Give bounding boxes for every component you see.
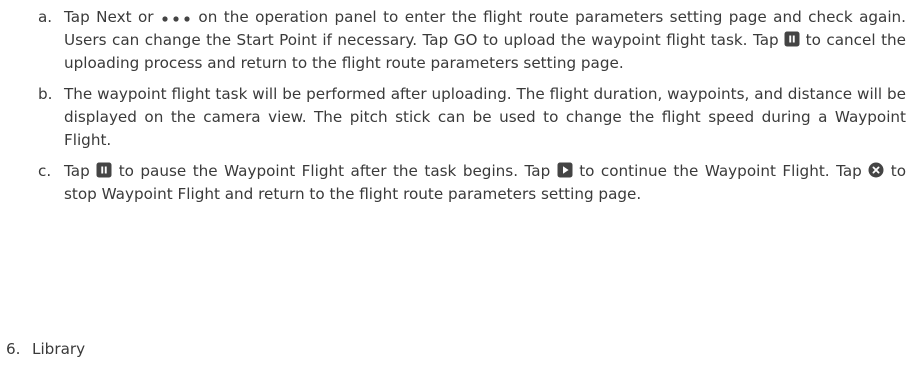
text-segment: Tap Next or [64,8,154,26]
section-title: Library [32,340,86,358]
text-segment: Tap [64,162,90,180]
step-a-text: Tap Next or on the operation panel to en… [64,6,906,75]
more-dots-icon [160,14,192,24]
play-icon [557,162,573,178]
list-marker: a. [38,8,53,26]
list-item: c. Tap to pause the Waypoint Flight afte… [38,160,906,206]
stop-circle-icon [868,162,884,178]
section-number: 6. [6,340,21,358]
list-marker: c. [38,162,52,180]
step-b-text: The waypoint flight task will be perform… [64,85,906,149]
waypoint-steps-list: a. Tap Next or on the operation panel to… [38,6,906,214]
text-segment: to continue the Waypoint Flight. Tap [579,162,862,180]
pause-icon [96,162,112,178]
section-heading: 6. Library [6,338,85,361]
list-marker: b. [38,85,53,103]
pause-icon [784,31,800,47]
text-segment: to pause the Waypoint Flight after the t… [118,162,551,180]
list-item: a. Tap Next or on the operation panel to… [38,6,906,75]
list-item: b. The waypoint flight task will be perf… [38,83,906,152]
step-c-text: Tap to pause the Waypoint Flight after t… [64,160,906,206]
